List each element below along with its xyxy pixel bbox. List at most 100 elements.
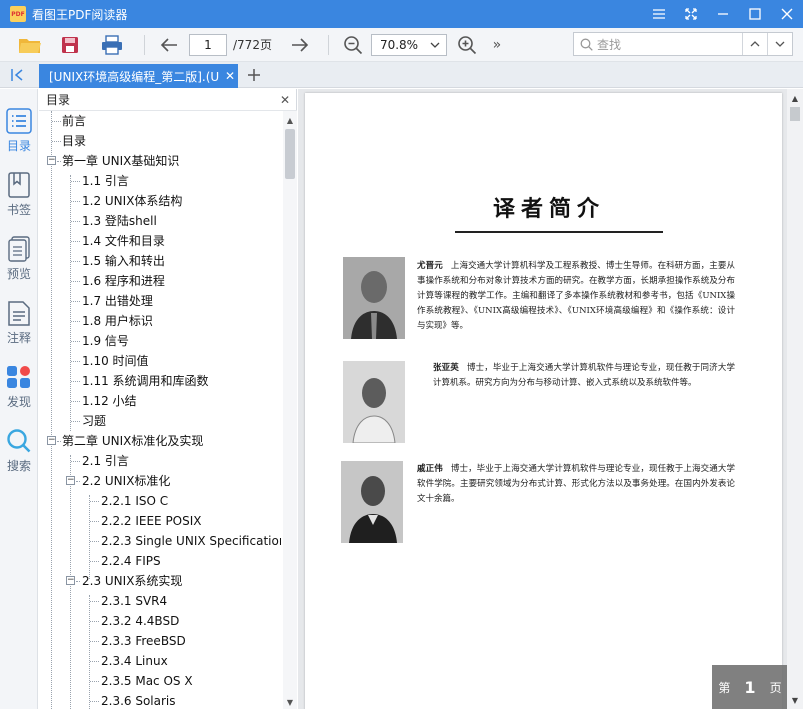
zoom-select[interactable]: 70.8% — [370, 33, 447, 56]
scroll-down-icon[interactable]: ▼ — [787, 693, 803, 707]
tree-item[interactable]: 前言 — [39, 111, 281, 131]
scrollbar-thumb[interactable] — [285, 129, 295, 179]
tree-item[interactable]: 1.11 系统调用和库函数 — [39, 371, 281, 391]
document-view: 译者简介 尤晋元 上海交通大学计算机科学及工程系教授、博士生导师。在科研方面，主要… — [298, 89, 803, 709]
more-tools-button[interactable]: » — [483, 32, 511, 58]
folder-icon — [19, 38, 41, 53]
rail-item-annotation[interactable]: 注释 — [0, 295, 38, 353]
tree-item[interactable]: −2.3 UNIX系统实现 — [39, 571, 281, 591]
translator-name: 张亚英 — [433, 363, 459, 373]
document-tab-label: [UNIX环境高级编程_第二版].(U — [49, 69, 220, 84]
heading-rule — [455, 231, 663, 233]
collapse-toggle-icon[interactable]: − — [47, 436, 56, 445]
tree-item[interactable]: 1.12 小结 — [39, 391, 281, 411]
tree-item[interactable]: 1.4 文件和目录 — [39, 231, 281, 251]
outline-header: 目录 ✕ — [39, 89, 297, 111]
tree-item[interactable]: 2.3.6 Solaris — [39, 691, 281, 709]
tab-close-icon[interactable]: ✕ — [225, 69, 235, 83]
translator-photo — [341, 461, 403, 543]
rail-item-bookmark[interactable]: 书签 — [0, 167, 38, 225]
rail-item-preview[interactable]: 预览 — [0, 231, 38, 289]
tree-item[interactable]: 2.2.3 Single UNIX Specification — [39, 531, 281, 551]
chevron-down-icon — [430, 42, 440, 48]
toolbar-separator — [327, 34, 329, 55]
tree-item[interactable]: 2.3.1 SVR4 — [39, 591, 281, 611]
search-prev-button[interactable] — [742, 33, 767, 55]
scroll-up-icon[interactable]: ▲ — [283, 113, 297, 127]
fullscreen-button[interactable] — [675, 0, 707, 28]
next-page-button[interactable] — [286, 32, 314, 58]
rail-item-discover[interactable]: 发现 — [0, 359, 38, 417]
menu-button[interactable] — [643, 0, 675, 28]
tree-item[interactable]: 1.10 时间值 — [39, 351, 281, 371]
annotation-icon — [6, 299, 32, 327]
rail-item-search[interactable]: 搜索 — [0, 423, 38, 481]
tree-item[interactable]: 1.8 用户标识 — [39, 311, 281, 331]
tree-item[interactable]: 1.1 引言 — [39, 171, 281, 191]
tree-item[interactable]: 1.5 输入和转出 — [39, 251, 281, 271]
tree-item[interactable]: −2.2 UNIX标准化 — [39, 471, 281, 491]
left-rail: 目录 书签 预览 注释 发现 搜索 — [0, 89, 38, 709]
tree-item[interactable]: 2.3.2 4.4BSD — [39, 611, 281, 631]
collapse-toggle-icon[interactable]: − — [66, 576, 75, 585]
translator-bio: 尤晋元 上海交通大学计算机科学及工程系教授、博士生导师。在科研方面，主要从事操作系… — [417, 261, 735, 331]
tree-item[interactable]: − 第一章 UNIX基础知识 — [39, 151, 281, 171]
search-next-button[interactable] — [767, 33, 792, 55]
tree-item[interactable]: 2.2.1 ISO C — [39, 491, 281, 511]
tree-item[interactable]: 2.3.3 FreeBSD — [39, 631, 281, 651]
document-scrollbar[interactable]: ▲ ▼ — [787, 89, 803, 709]
tree-item[interactable]: 1.7 出错处理 — [39, 291, 281, 311]
maximize-button[interactable] — [739, 0, 771, 28]
outline-scrollbar[interactable]: ▲ ▼ — [283, 111, 297, 709]
prev-page-button[interactable] — [155, 32, 183, 58]
tree-item[interactable]: − 第二章 UNIX标准化及实现 — [39, 431, 281, 451]
maximize-icon — [749, 8, 761, 20]
tree-item[interactable]: 1.3 登陆shell — [39, 211, 281, 231]
save-icon — [62, 36, 78, 53]
rail-label: 书签 — [6, 203, 31, 217]
search-box: 查找 — [573, 32, 793, 56]
tree-item[interactable]: 1.2 UNIX体系结构 — [39, 191, 281, 211]
zoom-out-button[interactable] — [339, 32, 367, 58]
tree-item[interactable]: 1.9 信号 — [39, 331, 281, 351]
collapse-toggle-icon[interactable]: − — [47, 156, 56, 165]
new-tab-button[interactable] — [244, 65, 264, 85]
minimize-button[interactable] — [707, 0, 739, 28]
translator-name: 戚正伟 — [417, 464, 443, 474]
tree-item[interactable]: 2.3.5 Mac OS X — [39, 671, 281, 691]
zoom-in-button[interactable] — [453, 32, 481, 58]
tree-item[interactable]: 2.1 引言 — [39, 451, 281, 471]
title-bar: PDF 看图王PDF阅读器 — [0, 0, 803, 28]
tree-item[interactable]: 目录 — [39, 131, 281, 151]
search-input[interactable]: 查找 — [597, 36, 742, 53]
collapse-sidebar-button[interactable] — [8, 66, 28, 84]
outline-close-icon[interactable]: ✕ — [277, 91, 293, 109]
rail-label: 发现 — [6, 395, 31, 409]
scroll-up-icon[interactable]: ▲ — [787, 91, 803, 105]
tab-bar: [UNIX环境高级编程_第二版].(U ✕ — [0, 62, 803, 88]
collapse-toggle-icon[interactable]: − — [66, 476, 75, 485]
outline-title: 目录 — [46, 93, 71, 107]
tree-item[interactable]: 1.6 程序和进程 — [39, 271, 281, 291]
document-tab[interactable]: [UNIX环境高级编程_第二版].(U ✕ — [39, 64, 238, 88]
scroll-down-icon[interactable]: ▼ — [283, 695, 297, 709]
tree-item[interactable]: 2.2.2 IEEE POSIX — [39, 511, 281, 531]
page-indicator: 第 1 页 — [712, 665, 788, 709]
tree-item[interactable]: 习题 — [39, 411, 281, 431]
open-file-button[interactable] — [16, 32, 44, 58]
print-button[interactable] — [98, 32, 126, 58]
app-logo-icon: PDF — [10, 6, 26, 22]
discover-icon — [6, 363, 32, 391]
translator-bio: 戚正伟 博士，毕业于上海交通大学计算机软件与理论专业，现任教于上海交通大学软件学院… — [417, 464, 735, 504]
tree-item[interactable]: 2.3.4 Linux — [39, 651, 281, 671]
rail-item-outline[interactable]: 目录 — [0, 103, 38, 161]
rail-label: 预览 — [6, 267, 31, 281]
tree-item[interactable]: 2.2.4 FIPS — [39, 551, 281, 571]
save-button[interactable] — [56, 32, 84, 58]
pdf-page: 译者简介 尤晋元 上海交通大学计算机科学及工程系教授、博士生导师。在科研方面，主要… — [305, 93, 788, 709]
page-number-input[interactable]: 1 — [189, 33, 227, 56]
zoom-in-icon — [458, 35, 477, 54]
rail-label: 注释 — [6, 331, 31, 345]
close-window-button[interactable] — [771, 0, 803, 28]
scrollbar-thumb[interactable] — [790, 107, 800, 121]
